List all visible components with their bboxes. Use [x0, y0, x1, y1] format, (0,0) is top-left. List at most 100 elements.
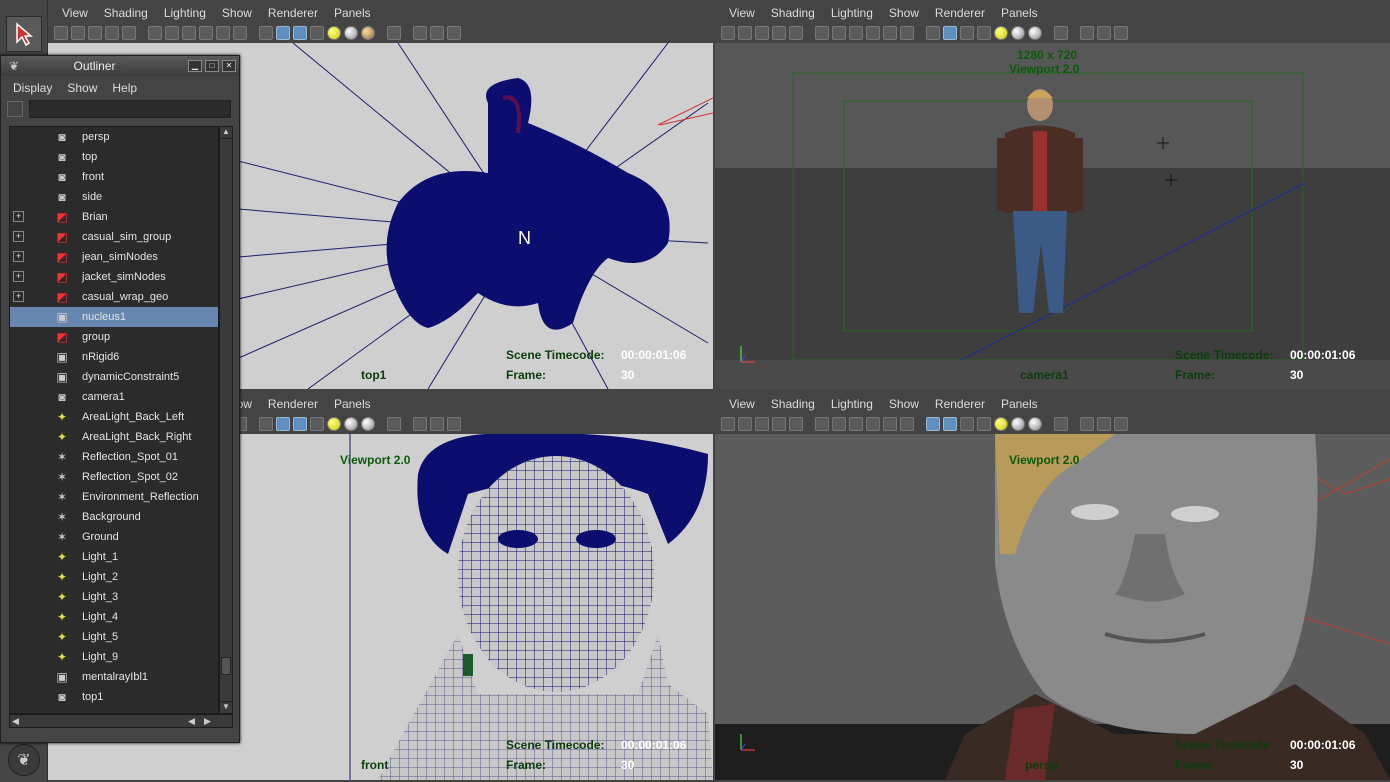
- outliner-item[interactable]: ▣ nucleus1: [10, 307, 218, 327]
- grid-icon[interactable]: [789, 25, 803, 40]
- menu-panels[interactable]: Panels: [993, 0, 1046, 22]
- menu-view[interactable]: View: [721, 391, 763, 413]
- lights-icon[interactable]: [327, 416, 341, 431]
- outliner-item[interactable]: + ◩ jean_simNodes: [10, 247, 218, 267]
- scroll-left-icon[interactable]: ◀: [188, 716, 195, 727]
- textured-icon[interactable]: [977, 25, 991, 40]
- safe-title-icon[interactable]: [233, 25, 247, 40]
- outliner-item[interactable]: ◙ camera1: [10, 387, 218, 407]
- outliner-item[interactable]: ◙ front: [10, 167, 218, 187]
- menu-panels[interactable]: Panels: [993, 391, 1046, 413]
- resolution-gate-icon[interactable]: [832, 25, 846, 40]
- gate-mask-icon[interactable]: [182, 25, 196, 40]
- safe-title-icon[interactable]: [900, 25, 914, 40]
- viewport-camera1[interactable]: 1280 x 720 Viewport 2.0 Scene Timecode: …: [715, 43, 1390, 389]
- wireframe-icon[interactable]: [259, 25, 273, 40]
- outliner-item[interactable]: ◙ top: [10, 147, 218, 167]
- menu-shading[interactable]: Shading: [763, 0, 823, 22]
- xray-icon[interactable]: [1080, 25, 1094, 40]
- outliner-item[interactable]: ✦ Light_9: [10, 647, 218, 667]
- expand-icon[interactable]: +: [13, 211, 24, 222]
- camera-attributes-icon[interactable]: [738, 416, 752, 431]
- shadows-icon[interactable]: [1011, 25, 1025, 40]
- wireframe-on-shaded-icon[interactable]: [293, 416, 307, 431]
- field-chart-icon[interactable]: [866, 25, 880, 40]
- ambient-occlusion-icon[interactable]: [1028, 416, 1042, 431]
- image-plane-icon[interactable]: [772, 25, 786, 40]
- ambient-occlusion-icon[interactable]: [361, 25, 375, 40]
- safe-action-icon[interactable]: [883, 416, 897, 431]
- menu-lighting[interactable]: Lighting: [823, 0, 881, 22]
- xray-icon[interactable]: [413, 25, 427, 40]
- outliner-item[interactable]: ✦ AreaLight_Back_Left: [10, 407, 218, 427]
- menu-renderer[interactable]: Renderer: [927, 391, 993, 413]
- bookmark-icon[interactable]: [755, 416, 769, 431]
- bookmark-icon[interactable]: [88, 25, 102, 40]
- minimize-icon[interactable]: ▁: [188, 60, 202, 72]
- camera-attributes-icon[interactable]: [71, 25, 85, 40]
- scroll-thumb[interactable]: [221, 657, 231, 675]
- menu-shading[interactable]: Shading: [96, 0, 156, 22]
- textured-icon[interactable]: [310, 416, 324, 431]
- outliner-item[interactable]: ✦ Light_3: [10, 587, 218, 607]
- outliner-vertical-scrollbar[interactable]: ▲ ▼: [219, 126, 233, 714]
- wireframe-on-shaded-icon[interactable]: [960, 416, 974, 431]
- scroll-up-icon[interactable]: ▲: [220, 127, 232, 139]
- film-gate-icon[interactable]: [148, 25, 162, 40]
- wireframe-icon[interactable]: [259, 416, 273, 431]
- outliner-item[interactable]: ✦ Light_2: [10, 567, 218, 587]
- safe-title-icon[interactable]: [900, 416, 914, 431]
- image-plane-icon[interactable]: [772, 416, 786, 431]
- wireframe-icon[interactable]: [926, 25, 940, 40]
- outliner-item[interactable]: ✦ Light_5: [10, 627, 218, 647]
- outliner-item[interactable]: ✶ Ground: [10, 527, 218, 547]
- safe-action-icon[interactable]: [883, 25, 897, 40]
- menu-lighting[interactable]: Lighting: [156, 0, 214, 22]
- menu-panels[interactable]: Panels: [326, 0, 379, 22]
- outliner-item[interactable]: ✦ AreaLight_Back_Right: [10, 427, 218, 447]
- xray-icon[interactable]: [1080, 416, 1094, 431]
- maya-logo-button[interactable]: ❦: [8, 744, 40, 776]
- wireframe-on-shaded-icon[interactable]: [960, 25, 974, 40]
- menu-shading[interactable]: Shading: [763, 391, 823, 413]
- safe-action-icon[interactable]: [216, 25, 230, 40]
- isolate-select-icon[interactable]: [387, 25, 401, 40]
- lights-icon[interactable]: [327, 25, 341, 40]
- menu-lighting[interactable]: Lighting: [823, 391, 881, 413]
- camera-attributes-icon[interactable]: [738, 25, 752, 40]
- outliner-item[interactable]: ◙ side: [10, 187, 218, 207]
- outliner-item[interactable]: + ◩ casual_wrap_geo: [10, 287, 218, 307]
- textured-icon[interactable]: [977, 416, 991, 431]
- isolate-select-icon[interactable]: [1054, 416, 1068, 431]
- outliner-menu-show[interactable]: Show: [61, 76, 106, 98]
- shadows-icon[interactable]: [344, 25, 358, 40]
- outliner-item[interactable]: ✶ Background: [10, 507, 218, 527]
- outliner-item[interactable]: ✦ Light_4: [10, 607, 218, 627]
- resolution-gate-icon[interactable]: [832, 416, 846, 431]
- xray-joints-icon[interactable]: [430, 25, 444, 40]
- wireframe-icon[interactable]: [926, 416, 940, 431]
- film-gate-icon[interactable]: [815, 25, 829, 40]
- grid-icon[interactable]: [122, 25, 136, 40]
- menu-show[interactable]: Show: [881, 391, 927, 413]
- xray-icon[interactable]: [413, 416, 427, 431]
- share-icon[interactable]: [447, 25, 461, 40]
- field-chart-icon[interactable]: [866, 416, 880, 431]
- image-plane-icon[interactable]: [105, 25, 119, 40]
- xray-joints-icon[interactable]: [1097, 25, 1111, 40]
- menu-show[interactable]: Show: [214, 0, 260, 22]
- expand-icon[interactable]: +: [13, 231, 24, 242]
- ambient-occlusion-icon[interactable]: [361, 416, 375, 431]
- gate-mask-icon[interactable]: [849, 416, 863, 431]
- xray-joints-icon[interactable]: [1097, 416, 1111, 431]
- share-icon[interactable]: [447, 416, 461, 431]
- outliner-menu-help[interactable]: Help: [106, 76, 146, 98]
- field-chart-icon[interactable]: [199, 25, 213, 40]
- shadows-icon[interactable]: [1011, 416, 1025, 431]
- select-tool-button[interactable]: [6, 16, 42, 52]
- menu-show[interactable]: Show: [881, 0, 927, 22]
- camera-select-icon[interactable]: [721, 25, 735, 40]
- bookmark-icon[interactable]: [755, 25, 769, 40]
- outliner-menu-display[interactable]: Display: [7, 76, 61, 98]
- lights-icon[interactable]: [994, 416, 1008, 431]
